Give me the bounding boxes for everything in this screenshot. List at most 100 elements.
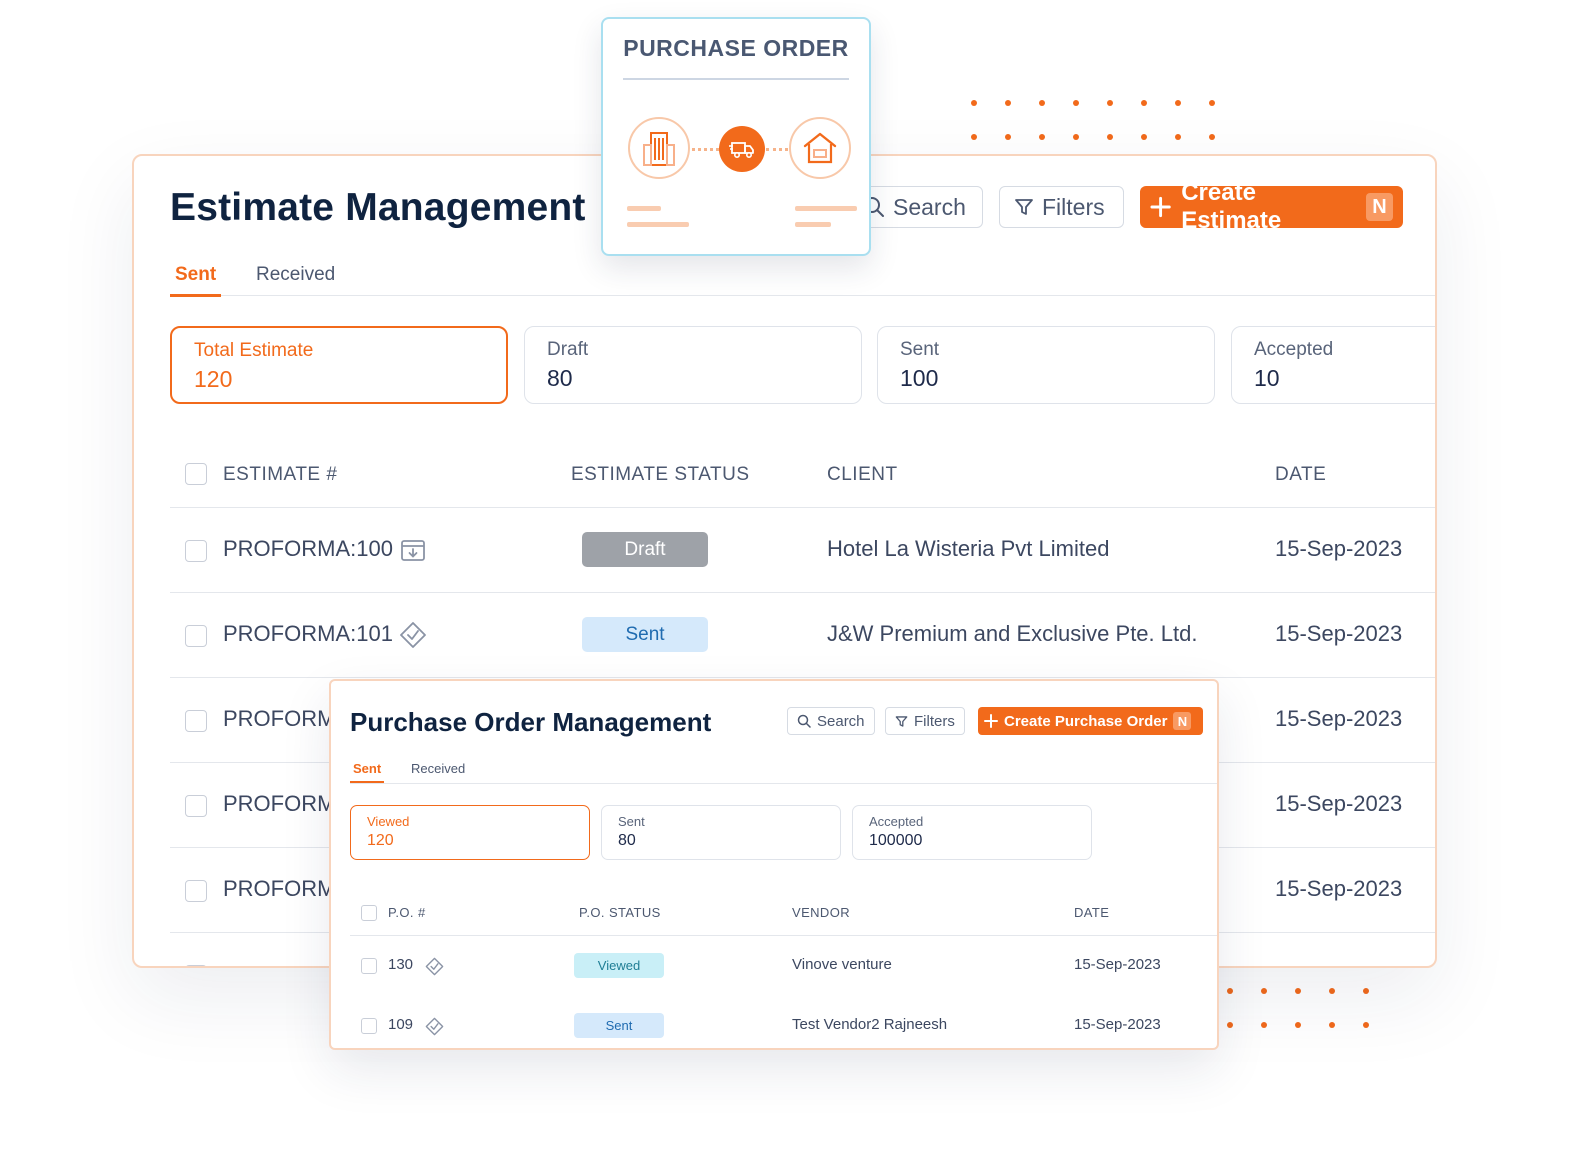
plus-icon: [1150, 196, 1171, 218]
building-circle: [628, 117, 690, 179]
date: 15-Sep-2023: [1275, 791, 1403, 816]
house-circle: [789, 117, 851, 179]
title-divider: [623, 78, 849, 80]
stat-label: Sent: [618, 814, 645, 829]
stat-viewed[interactable]: Viewed 120: [350, 805, 590, 860]
select-all-checkbox[interactable]: [361, 905, 377, 921]
table-row[interactable]: PROFORMA:100 Draft Hotel La Wisteria Pvt…: [170, 508, 1435, 593]
row-checkbox[interactable]: [185, 795, 207, 817]
create-estimate-button[interactable]: Create Estimate N: [1140, 179, 1403, 234]
placeholder-bar: [795, 222, 831, 227]
row-checkbox[interactable]: [361, 958, 377, 974]
column-header-client: CLIENT: [827, 464, 898, 485]
stat-accepted[interactable]: Accepted 10: [1231, 326, 1435, 404]
stat-value: 120: [367, 832, 394, 849]
stage: Estimate Management Search Filters Creat…: [0, 0, 1582, 1160]
create-purchase-order-button[interactable]: Create Purchase Order N: [978, 707, 1203, 735]
date: 15-Sep-2023: [1074, 1016, 1161, 1033]
status-badge: Viewed: [574, 953, 664, 978]
table-row[interactable]: 109 Sent Test Vendor2 Rajneesh 15-Sep-20…: [350, 996, 1217, 1048]
po-search-button[interactable]: Search: [787, 707, 875, 735]
filter-icon: [1015, 199, 1033, 215]
row-checkbox[interactable]: [185, 540, 207, 562]
stat-value: 100000: [869, 832, 923, 849]
page-title: Estimate Management: [170, 186, 586, 229]
row-checkbox[interactable]: [185, 880, 207, 902]
tab-received[interactable]: Received: [251, 264, 340, 294]
row-checkbox[interactable]: [185, 625, 207, 647]
status-badge: Sent: [574, 1013, 664, 1038]
stat-sent[interactable]: Sent 100: [877, 326, 1215, 404]
estimate-number[interactable]: PROFORM: [223, 876, 335, 902]
placeholder-bar: [627, 222, 689, 227]
date: 15-Sep-2023: [1275, 876, 1403, 901]
po-number[interactable]: 109: [388, 1016, 413, 1033]
table-row[interactable]: 130 Viewed Vinove venture 15-Sep-2023: [350, 936, 1217, 996]
truck-circle: [719, 126, 765, 172]
estimate-number[interactable]: PROFORM: [223, 706, 335, 732]
home-icon: [803, 132, 837, 164]
stat-draft[interactable]: Draft 80: [524, 326, 862, 404]
stat-label: Draft: [547, 339, 589, 360]
po-tabs: Sent Received: [350, 761, 1217, 784]
stat-value: 80: [547, 365, 573, 391]
po-filters-button[interactable]: Filters: [885, 707, 965, 735]
search-label: Search: [893, 193, 966, 220]
stat-total-estimate[interactable]: Total Estimate 120: [170, 326, 508, 404]
stat-sent[interactable]: Sent 80: [601, 805, 841, 860]
estimate-tabs: Sent Received: [170, 264, 1435, 297]
tab-received[interactable]: Received: [408, 761, 468, 781]
po-number[interactable]: 130: [388, 956, 413, 973]
column-header-date: DATE: [1074, 905, 1110, 920]
column-header-date: DATE: [1275, 464, 1327, 485]
download-box-icon[interactable]: [399, 536, 427, 564]
placeholder-bar: [627, 206, 661, 211]
row-checkbox[interactable]: [185, 965, 207, 966]
date: 15-Sep-2023: [1275, 536, 1403, 561]
placeholder-bar: [795, 206, 857, 211]
purchase-order-management-panel: Purchase Order Management Search Filters…: [329, 679, 1219, 1050]
column-header-status: ESTIMATE STATUS: [571, 464, 750, 485]
illustration-title: PURCHASE ORDER: [623, 35, 849, 61]
status-badge: Sent: [582, 617, 708, 652]
verified-badge-icon[interactable]: [425, 957, 444, 976]
stat-value: 100: [900, 365, 939, 391]
create-purchase-order-label: Create Purchase Order: [1004, 712, 1168, 730]
office-building-icon: [643, 132, 675, 166]
filters-label: Filters: [914, 712, 955, 730]
column-header-po-status: P.O. STATUS: [579, 905, 661, 920]
stat-value: 80: [618, 832, 636, 849]
date: 15-Sep-2023: [1275, 621, 1403, 646]
client-name: Hotel La Wisteria Pvt Limited: [827, 536, 1110, 561]
column-header-vendor: VENDOR: [792, 905, 851, 920]
create-estimate-label: Create Estimate: [1181, 179, 1282, 234]
estimate-number[interactable]: PROFORMA:101: [223, 621, 393, 647]
tab-sent[interactable]: Sent: [170, 264, 222, 297]
filters-button[interactable]: Filters: [999, 186, 1124, 228]
stat-label: Viewed: [367, 814, 410, 829]
filters-label: Filters: [1042, 193, 1105, 220]
po-title: Purchase Order Management: [350, 707, 712, 737]
stat-label: Accepted: [869, 814, 924, 829]
decorative-dots-bottom: [1227, 988, 1369, 1028]
stat-value: 120: [194, 366, 233, 392]
table-row[interactable]: PROFORMA:101 Sent J&W Premium and Exclus…: [170, 593, 1435, 678]
verified-badge-icon[interactable]: [425, 1017, 444, 1036]
plus-icon: [984, 714, 998, 728]
vendor-name: Test Vendor2 Rajneesh: [792, 1016, 948, 1033]
column-header-estimate: ESTIMATE #: [223, 464, 338, 485]
row-checkbox[interactable]: [185, 710, 207, 732]
select-all-checkbox[interactable]: [185, 463, 207, 485]
search-button[interactable]: Search: [852, 186, 983, 228]
dotted-connector: [692, 148, 719, 151]
stat-label: Accepted: [1254, 339, 1334, 360]
estimate-number[interactable]: PROFORM: [223, 791, 335, 817]
filter-icon: [895, 715, 908, 727]
row-checkbox[interactable]: [361, 1018, 377, 1034]
verified-badge-icon[interactable]: [399, 621, 427, 649]
tab-sent[interactable]: Sent: [350, 761, 385, 783]
column-header-po-number: P.O. #: [388, 905, 426, 920]
stat-accepted[interactable]: Accepted 100000: [852, 805, 1092, 860]
purchase-order-illustration-card: PURCHASE ORDER: [601, 17, 871, 256]
estimate-number[interactable]: PROFORMA:100: [223, 536, 393, 562]
